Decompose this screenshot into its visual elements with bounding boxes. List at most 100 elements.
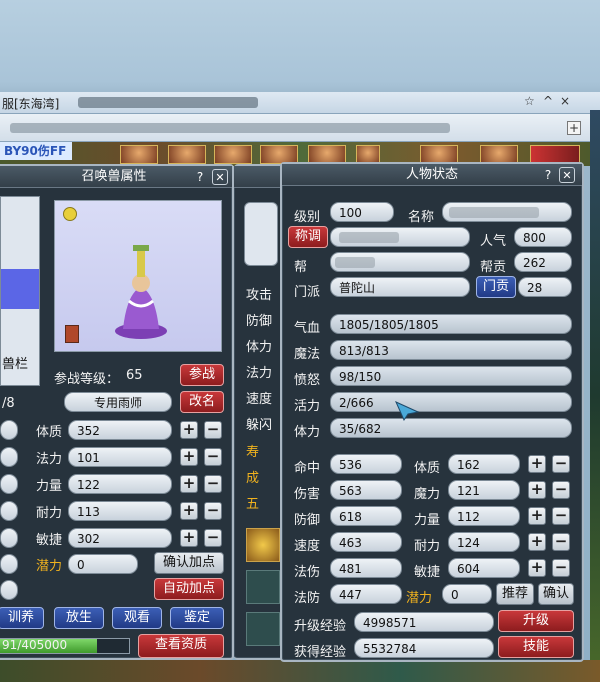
middle-partial-panel: 攻击 防御 体力 法力 速度 躲闪 寿 成 五 <box>234 164 284 660</box>
plus-button[interactable]: + <box>528 455 546 473</box>
book-icon <box>65 325 79 343</box>
auto-add-points-button[interactable]: 自动加点 <box>154 578 224 600</box>
plus-button[interactable]: + <box>180 529 198 547</box>
level-label: 级别 <box>294 210 321 225</box>
battle-button[interactable]: 参战 <box>180 364 224 386</box>
plus-button[interactable]: + <box>180 502 198 520</box>
close-icon[interactable]: ✕ <box>212 169 228 185</box>
recommend-button[interactable]: 推荐 <box>496 583 534 605</box>
tab-bar <box>0 114 590 142</box>
minus-button[interactable]: − <box>204 448 222 466</box>
rename-button[interactable]: 改名 <box>180 391 224 413</box>
plus-button[interactable]: + <box>528 533 546 551</box>
potential-label: 潜力 <box>36 559 63 574</box>
minus-button[interactable]: − <box>204 475 222 493</box>
title-value <box>330 227 470 247</box>
side-decoration <box>590 110 600 682</box>
pet-attributes-panel: 召唤兽属性 ? ✕ 兽栏 /8 参战等级： 65 参战 专用雨师 改名 体质 3… <box>0 164 234 660</box>
attr-label: 魔力 <box>414 487 441 502</box>
release-button[interactable]: 放生 <box>54 607 104 629</box>
appraise-button[interactable]: 鉴定 <box>170 607 224 629</box>
gain-exp-value: 5532784 <box>354 638 494 658</box>
stamina-label: 体力 <box>294 425 321 440</box>
minus-button[interactable]: − <box>552 481 570 499</box>
minus-button[interactable]: − <box>204 529 222 547</box>
minus-button[interactable]: − <box>552 559 570 577</box>
pet-list-selected[interactable] <box>1 269 39 309</box>
school-contribution-button[interactable]: 门贡 <box>476 276 516 298</box>
minimize-icon[interactable]: ^ <box>543 94 553 108</box>
attr-label: 体质 <box>414 461 441 476</box>
stat-side-pill <box>0 580 18 600</box>
stat-value: 113 <box>68 501 172 521</box>
gang-contribution-value: 262 <box>514 252 572 272</box>
confirm-button[interactable]: 确认 <box>538 583 574 605</box>
stat-side-pill <box>0 501 18 521</box>
stat-value: 122 <box>68 474 172 494</box>
stat-label: 耐力 <box>36 506 63 521</box>
view-button[interactable]: 观看 <box>112 607 162 629</box>
title-button[interactable]: 称调 <box>288 226 328 248</box>
potential-value: 0 <box>68 554 138 574</box>
blurred-region <box>78 97 258 108</box>
plus-button[interactable]: + <box>528 507 546 525</box>
gang-value <box>330 252 470 272</box>
minus-button[interactable]: − <box>204 421 222 439</box>
stat-side-pill <box>0 420 18 440</box>
window-title: 服[东海湾] <box>2 97 60 111</box>
minus-button[interactable]: − <box>552 533 570 551</box>
close-icon[interactable]: ✕ <box>559 167 575 183</box>
stamina-value: 35/682 <box>330 418 572 438</box>
attr-label: 伤害 <box>294 487 321 502</box>
mid-label: 体力 <box>246 340 273 355</box>
upgrade-button[interactable]: 升级 <box>498 610 574 632</box>
help-icon[interactable]: ? <box>192 169 208 185</box>
help-icon[interactable]: ? <box>540 167 556 183</box>
new-tab-button[interactable]: + <box>567 121 581 135</box>
plus-button[interactable]: + <box>180 475 198 493</box>
avatar[interactable] <box>120 145 158 164</box>
attr-value: 463 <box>330 532 402 552</box>
battle-level-label: 参战等级： <box>54 372 120 387</box>
minus-button[interactable]: − <box>552 507 570 525</box>
attr-label: 法伤 <box>294 565 321 580</box>
plus-button[interactable]: + <box>180 448 198 466</box>
equip-slot[interactable] <box>246 570 280 604</box>
item-slot[interactable] <box>244 202 278 266</box>
attr-value: 112 <box>448 506 520 526</box>
gang-label: 帮 <box>294 260 308 275</box>
attr-label: 命中 <box>294 461 321 476</box>
anger-label: 愤怒 <box>294 373 321 388</box>
element-icon[interactable] <box>246 528 280 562</box>
attr-value: 481 <box>330 558 402 578</box>
plus-button[interactable]: + <box>528 559 546 577</box>
minus-button[interactable]: − <box>204 502 222 520</box>
stat-value: 302 <box>68 528 172 548</box>
plus-button[interactable]: + <box>180 421 198 439</box>
pet-stat-rows: 体质 352 + − 法力 101 + − 力量 122 + − 耐力 113 … <box>0 418 236 558</box>
mid-gold-label: 寿 <box>246 445 260 460</box>
skill-button[interactable]: 技能 <box>498 636 574 658</box>
pet-exp-text: 91/405000 <box>2 638 68 652</box>
train-button[interactable]: 训养 <box>0 607 44 629</box>
confirm-add-points-button[interactable]: 确认加点 <box>154 552 224 574</box>
mid-label: 速度 <box>246 392 273 407</box>
attr-label: 敏捷 <box>414 565 441 580</box>
mid-label: 防御 <box>246 314 273 329</box>
char-panel-header: 人物状态 <box>282 164 582 186</box>
close-icon[interactable]: × <box>560 94 570 108</box>
pet-name-field[interactable]: 专用雨师 <box>64 392 172 412</box>
equip-slot[interactable] <box>246 612 280 646</box>
attr-label: 防御 <box>294 513 321 528</box>
view-aptitude-button[interactable]: 查看资质 <box>138 634 224 658</box>
battle-level-value: 65 <box>126 368 143 383</box>
attr-value: 447 <box>330 584 402 604</box>
pin-icon[interactable]: ☆ <box>524 94 535 108</box>
minus-button[interactable]: − <box>552 455 570 473</box>
avatar[interactable] <box>168 145 206 164</box>
plus-button[interactable]: + <box>528 481 546 499</box>
char-panel-title: 人物状态 <box>405 167 458 182</box>
blurred-region <box>10 123 450 133</box>
potential-label: 潜力 <box>406 591 433 606</box>
avatar[interactable] <box>214 145 252 164</box>
